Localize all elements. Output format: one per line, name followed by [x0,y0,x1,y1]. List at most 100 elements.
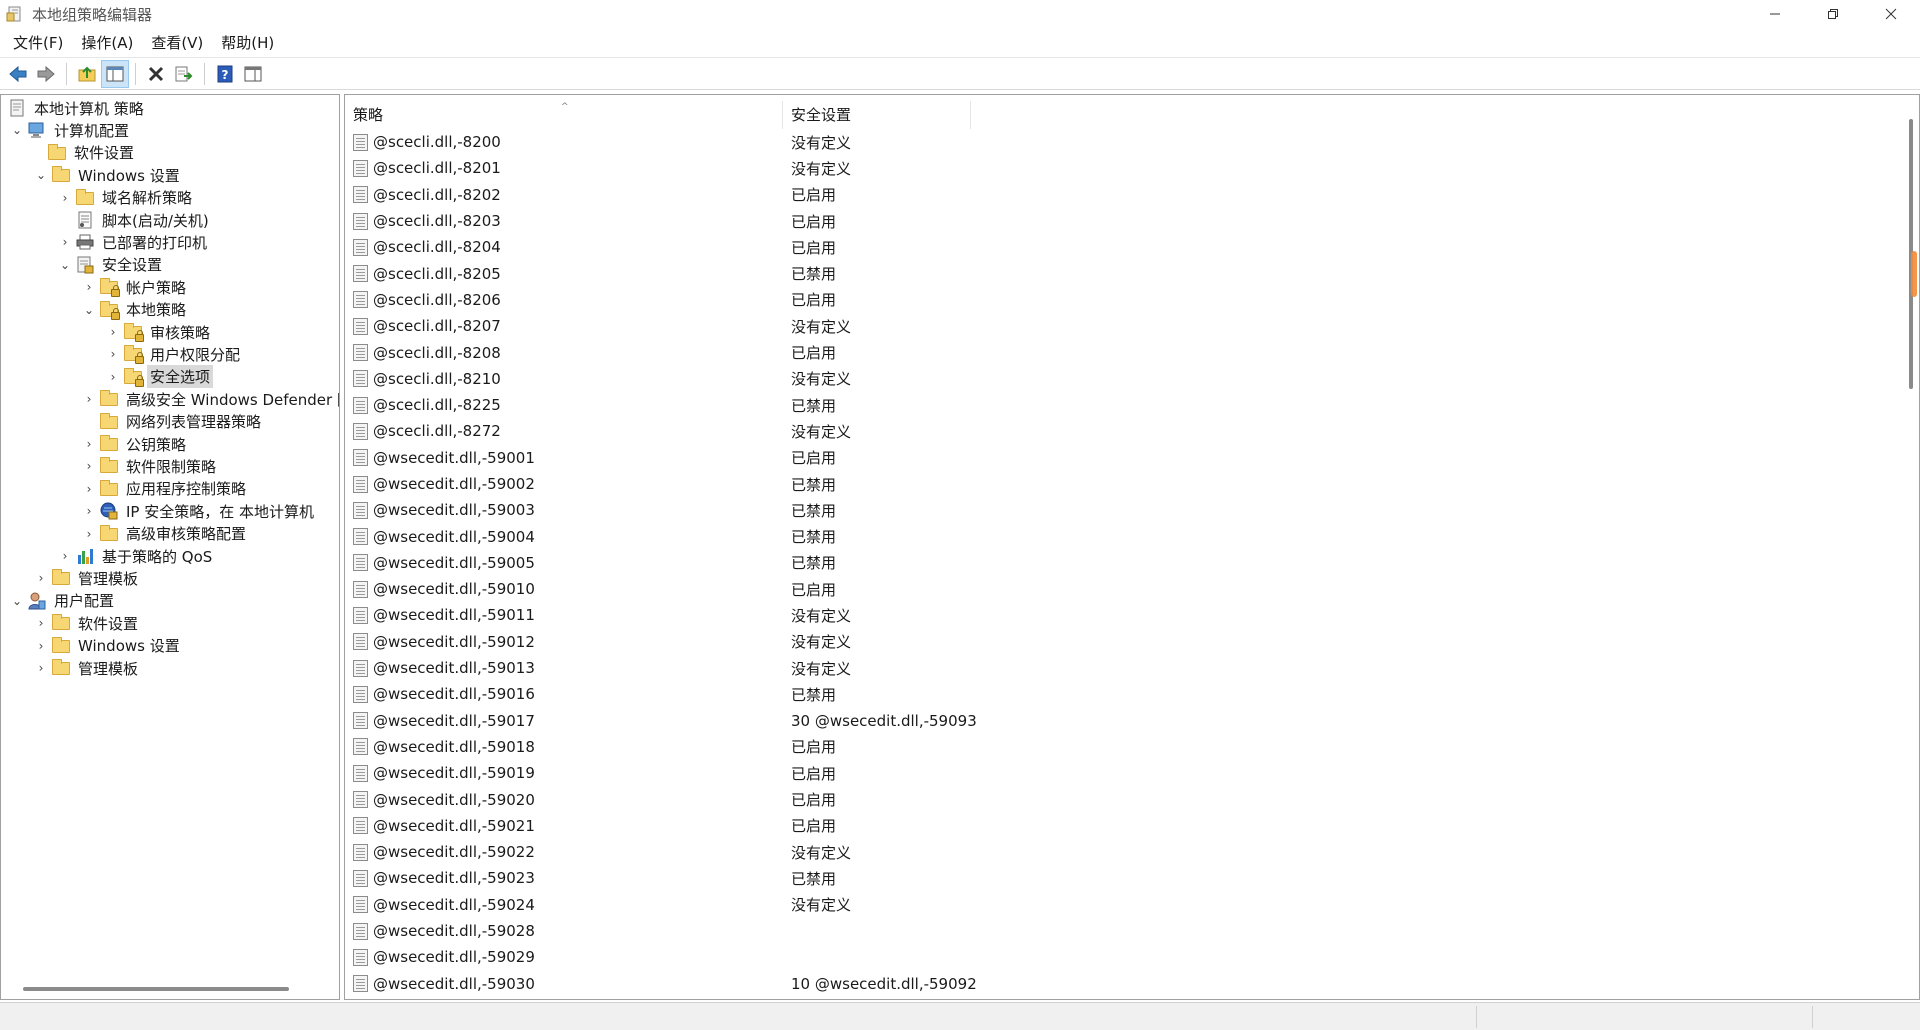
tree-item-software-restriction[interactable]: › 软件限制策略 [81,455,219,477]
tree-item-security-settings[interactable]: ⌄ 安全设置 [57,254,165,276]
table-row[interactable]: @wsecedit.dll,-59030 10 @wsecedit.dll,-59… [345,971,1919,997]
table-row[interactable]: @scecli.dll,-8272 没有定义 [345,418,1919,444]
tree-item-windows-defender-firewall[interactable]: › 高级安全 Windows Defender 防 [81,388,339,410]
chevron-down-icon[interactable]: ⌄ [57,254,73,276]
tree-item-local-policies[interactable]: ⌄ 本地策略 [81,299,189,321]
tree-item-computer-config[interactable]: ⌄ 计算机配置 [9,119,132,141]
chevron-right-icon[interactable]: › [105,366,121,388]
chevron-right-icon[interactable]: › [57,545,73,567]
tree-item-network-list-manager[interactable]: 网络列表管理器策略 [81,411,264,433]
table-row[interactable]: @wsecedit.dll,-59010 已启用 [345,576,1919,602]
chevron-right-icon[interactable]: › [57,231,73,253]
chevron-right-icon[interactable]: › [81,433,97,455]
show-hide-tree-button[interactable] [101,59,129,88]
table-row[interactable]: @wsecedit.dll,-59017 30 @wsecedit.dll,-59… [345,708,1919,734]
tree-item-user-config[interactable]: ⌄ 用户配置 [9,590,117,612]
table-row[interactable]: @wsecedit.dll,-59023 已禁用 [345,865,1919,891]
chevron-right-icon[interactable]: › [33,635,49,657]
chevron-right-icon[interactable]: › [81,388,97,410]
chevron-right-icon[interactable]: › [81,276,97,298]
restore-button[interactable] [1804,0,1862,28]
tree-item-policy-based-qos[interactable]: › 基于策略的 QoS [57,545,215,567]
table-row[interactable]: @scecli.dll,-8206 已启用 [345,287,1919,313]
tree-item-deployed-printers[interactable]: › 已部署的打印机 [57,231,210,253]
table-row[interactable]: @wsecedit.dll,-59029 [345,944,1919,970]
tree-item-user-rights-assignment[interactable]: › 用户权限分配 [105,343,243,365]
delete-button[interactable] [142,60,170,88]
chevron-right-icon[interactable]: › [33,612,49,634]
chevron-right-icon[interactable]: › [57,187,73,209]
table-row[interactable]: @wsecedit.dll,-59013 没有定义 [345,655,1919,681]
table-row[interactable]: @scecli.dll,-8202 已启用 [345,182,1919,208]
table-row[interactable]: @wsecedit.dll,-59018 已启用 [345,734,1919,760]
table-row[interactable]: @wsecedit.dll,-59019 已启用 [345,760,1919,786]
chevron-down-icon[interactable]: ⌄ [9,119,25,141]
tree-item-audit-policy[interactable]: › 审核策略 [105,321,213,343]
close-button[interactable] [1862,0,1920,28]
chevron-right-icon[interactable]: › [81,478,97,500]
chevron-down-icon[interactable]: ⌄ [81,299,97,321]
chevron-right-icon[interactable]: › [105,321,121,343]
menu-view[interactable]: 查看(V) [142,29,212,57]
table-row[interactable]: @wsecedit.dll,-59028 [345,918,1919,944]
tree-item-user-software-settings[interactable]: › 软件设置 [33,612,141,634]
table-row[interactable]: @wsecedit.dll,-59022 没有定义 [345,839,1919,865]
minimize-button[interactable] [1746,0,1804,28]
table-row[interactable]: @scecli.dll,-8203 已启用 [345,208,1919,234]
table-row[interactable]: @wsecedit.dll,-59001 已启用 [345,445,1919,471]
chevron-right-icon[interactable]: › [81,455,97,477]
up-level-button[interactable] [73,60,101,88]
tree-item-software-settings[interactable]: 软件设置 [29,142,137,164]
tree-item-scripts[interactable]: 脚本(启动/关机) [57,209,212,231]
chevron-right-icon[interactable]: › [33,567,49,589]
tree-item-ip-security[interactable]: › IP 安全策略，在 本地计算机 [81,500,317,522]
tree-item-name-resolution-policy[interactable]: › 域名解析策略 [57,187,195,209]
table-row[interactable]: @wsecedit.dll,-59005 已禁用 [345,550,1919,576]
chevron-right-icon[interactable]: › [33,657,49,679]
tree-item-app-control-policies[interactable]: › 应用程序控制策略 [81,478,249,500]
table-row[interactable]: @wsecedit.dll,-59002 已禁用 [345,471,1919,497]
table-row[interactable]: @wsecedit.dll,-59011 没有定义 [345,602,1919,628]
menu-file[interactable]: 文件(F) [4,29,72,57]
column-header-policy[interactable]: ^ 策略 [345,101,783,129]
tree-item-security-options[interactable]: › 安全选项 [105,365,214,389]
tree-item-user-windows-settings[interactable]: › Windows 设置 [33,635,183,657]
tree-item-local-computer-policy[interactable]: 本地计算机 策略 [5,97,147,119]
menu-help[interactable]: 帮助(H) [212,29,283,57]
table-row[interactable]: @wsecedit.dll,-59021 已启用 [345,813,1919,839]
table-row[interactable]: @scecli.dll,-8225 已禁用 [345,392,1919,418]
tree-pane[interactable]: 本地计算机 策略 ⌄ 计算机配置 软件设置 ⌄ Windows 设置 › 域名解… [0,94,340,1000]
table-row[interactable]: @wsecedit.dll,-59020 已启用 [345,786,1919,812]
properties-pane-button[interactable] [239,60,267,88]
tree-item-windows-settings[interactable]: ⌄ Windows 设置 [33,164,183,186]
tree-item-advanced-audit-policy[interactable]: › 高级审核策略配置 [81,523,249,545]
table-row[interactable]: @scecli.dll,-8204 已启用 [345,234,1919,260]
table-row[interactable]: @scecli.dll,-8200 没有定义 [345,129,1919,155]
table-row[interactable]: @wsecedit.dll,-59016 已禁用 [345,681,1919,707]
policy-list-pane[interactable]: ^ 策略 安全设置 @scecli.dll,-8200 没有定义 @scecli.d… [344,94,1920,1000]
table-row[interactable]: @wsecedit.dll,-59003 已禁用 [345,497,1919,523]
export-list-button[interactable] [170,60,198,88]
tree-item-account-policies[interactable]: › 帐户策略 [81,276,189,298]
column-header-security-setting[interactable]: 安全设置 [783,101,971,129]
back-button[interactable] [4,60,32,88]
table-row[interactable]: @wsecedit.dll,-59024 没有定义 [345,892,1919,918]
table-row[interactable]: @scecli.dll,-8205 已禁用 [345,260,1919,286]
chevron-right-icon[interactable]: › [105,343,121,365]
table-row[interactable]: @scecli.dll,-8210 没有定义 [345,366,1919,392]
chevron-right-icon[interactable]: › [81,523,97,545]
forward-button[interactable] [32,60,60,88]
tree-item-admin-templates[interactable]: › 管理模板 [33,567,141,589]
tree-item-public-key-policies[interactable]: › 公钥策略 [81,433,189,455]
chevron-down-icon[interactable]: ⌄ [33,164,49,186]
table-row[interactable]: @scecli.dll,-8201 没有定义 [345,155,1919,181]
table-row[interactable]: @wsecedit.dll,-59004 已禁用 [345,523,1919,549]
chevron-right-icon[interactable]: › [81,500,97,522]
table-row[interactable]: @scecli.dll,-8208 已启用 [345,339,1919,365]
menu-action[interactable]: 操作(A) [72,29,142,57]
chevron-down-icon[interactable]: ⌄ [9,590,25,612]
table-row[interactable]: @scecli.dll,-8207 没有定义 [345,313,1919,339]
tree-item-user-admin-templates[interactable]: › 管理模板 [33,657,141,679]
table-row[interactable]: @wsecedit.dll,-59012 没有定义 [345,629,1919,655]
tree-horizontal-scrollbar[interactable] [23,987,289,991]
